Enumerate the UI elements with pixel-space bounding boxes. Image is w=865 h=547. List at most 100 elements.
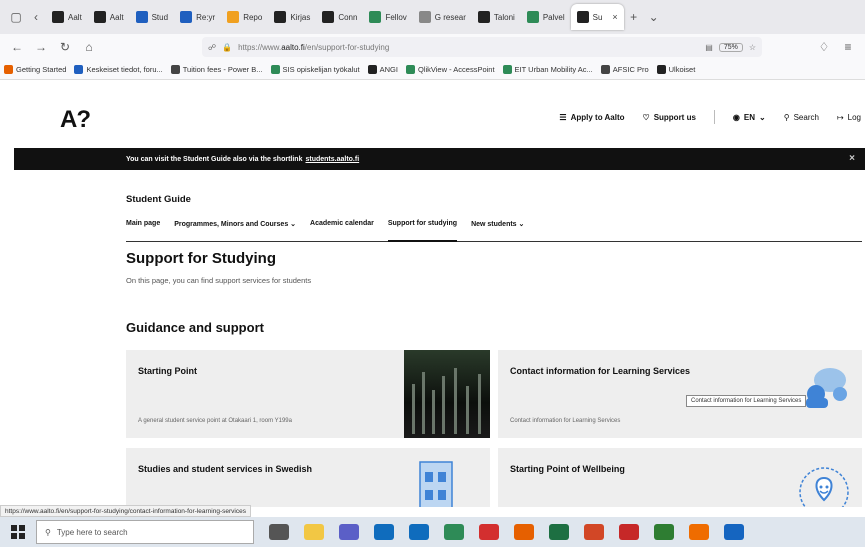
- notice-link[interactable]: students.aalto.fi: [305, 156, 359, 163]
- aalto-favicon-icon: [322, 11, 335, 23]
- back-icon[interactable]: ←: [6, 37, 28, 57]
- card-description: A general student service point at Otaka…: [138, 418, 292, 424]
- powerpoint-icon[interactable]: [584, 524, 604, 540]
- bookmark-label: Ulkoiset: [668, 65, 696, 74]
- url-text[interactable]: https://www.aalto.fi/en/support-for-stud…: [238, 43, 699, 52]
- bookmark-star-icon[interactable]: ☆: [749, 43, 756, 52]
- browser-nav-bar: ← → ↻ ⌂ ☍ 🔒 https://www.aalto.fi/en/supp…: [0, 34, 865, 60]
- app-blue-icon[interactable]: [724, 524, 744, 540]
- bookmark-item[interactable]: QlikView - AccessPoint: [405, 65, 495, 74]
- excel-icon[interactable]: [549, 524, 569, 540]
- browser-tab[interactable]: Fellov: [363, 4, 412, 30]
- aalto-logo[interactable]: A?: [60, 106, 91, 134]
- browser-tab[interactable]: Re:yr: [174, 4, 221, 30]
- bookmark-item[interactable]: Keskeiset tiedot, foru...: [74, 65, 163, 74]
- tab-label: Taloni: [493, 12, 515, 22]
- tab-overview-icon[interactable]: ▢: [6, 7, 26, 27]
- subnav-item[interactable]: Support for studying: [387, 220, 458, 242]
- tab-list-icon[interactable]: ⌄: [644, 7, 664, 27]
- browser-tab[interactable]: Repo: [221, 4, 268, 30]
- taskbar-search-input[interactable]: ⚲ Type here to search: [36, 520, 254, 544]
- firefox-icon[interactable]: [514, 524, 534, 540]
- card-wellbeing[interactable]: Starting Point of Wellbeing: [498, 448, 862, 507]
- bookmark-item[interactable]: Getting Started: [4, 65, 66, 74]
- tab-scroll-left-icon[interactable]: ‹: [26, 7, 46, 27]
- browser-tab[interactable]: Taloni: [472, 4, 521, 30]
- start-button[interactable]: [0, 517, 36, 547]
- lock-icon[interactable]: 🔒: [222, 43, 232, 52]
- new-tab-icon[interactable]: +: [624, 7, 644, 27]
- bookmark-item[interactable]: Ulkoiset: [656, 65, 696, 74]
- app-green-icon[interactable]: [654, 524, 674, 540]
- support-label: Support us: [653, 112, 696, 122]
- home-icon[interactable]: ⌂: [78, 37, 100, 57]
- acrobat-icon[interactable]: [479, 524, 499, 540]
- reload-icon[interactable]: ↻: [54, 37, 76, 57]
- bookmark-item[interactable]: EIT Urban Mobility Ac...: [502, 65, 593, 74]
- shield-icon[interactable]: ☍: [208, 43, 216, 52]
- subnav-item[interactable]: Main page: [126, 220, 160, 242]
- browser-tab[interactable]: Aalt: [46, 4, 88, 30]
- search-icon: ⚲: [45, 527, 51, 537]
- app-orange-icon[interactable]: [689, 524, 709, 540]
- file-explorer-icon[interactable]: [304, 524, 324, 540]
- card-title: Contact information for Learning Service…: [510, 366, 691, 376]
- card-title: Starting Point of Wellbeing: [510, 464, 625, 474]
- doc-favicon-icon: [135, 11, 148, 23]
- bookmark-favicon-icon: [74, 65, 84, 74]
- bookmark-item[interactable]: AFSIC Pro: [600, 65, 649, 74]
- browser-tab[interactable]: Palvel: [521, 4, 571, 30]
- tab-label: Aalt: [68, 12, 82, 22]
- reader-view-icon[interactable]: ▤: [705, 43, 713, 52]
- support-link[interactable]: ♡ Support us: [643, 113, 696, 122]
- mail-icon[interactable]: [409, 524, 429, 540]
- search-link[interactable]: ⚲ Search: [784, 113, 819, 122]
- search-label: Search: [793, 112, 819, 122]
- login-link[interactable]: ↦ Log: [837, 113, 861, 122]
- subnav-item[interactable]: New students ⌄: [471, 220, 524, 242]
- teams-icon[interactable]: [339, 524, 359, 540]
- outlook-icon[interactable]: [374, 524, 394, 540]
- building-illustration-icon: [419, 461, 453, 507]
- section-title[interactable]: Student Guide: [126, 194, 191, 205]
- bookmark-item[interactable]: ANGI: [367, 65, 398, 74]
- menu-icon[interactable]: ≡: [837, 37, 859, 57]
- extensions-icon[interactable]: ♢: [813, 37, 835, 57]
- card-starting-point[interactable]: Starting Point A general student service…: [126, 350, 490, 438]
- browser-tab-bar: ▢ ‹ Aalt Aalt Stud Re:yr Repo Kirjas Conn Fello…: [0, 0, 865, 34]
- card-learning-services[interactable]: Contact information for Learning Service…: [498, 350, 862, 438]
- wellbeing-badge-icon: [799, 467, 849, 507]
- close-icon[interactable]: ×: [849, 153, 855, 164]
- chevron-down-icon: ⌄: [759, 112, 766, 122]
- browser-tab[interactable]: Su ×: [570, 4, 624, 30]
- green-favicon-icon: [369, 11, 382, 23]
- subnav-item[interactable]: Academic calendar: [310, 220, 374, 242]
- browser-tab[interactable]: Stud: [130, 4, 174, 30]
- card-title: Studies and student services in Swedish: [138, 464, 313, 474]
- notice-text: You can visit the Student Guide also via…: [126, 155, 303, 163]
- bookmark-item[interactable]: Tuition fees - Power B...: [170, 65, 263, 74]
- bookmark-item[interactable]: SIS opiskelijan työkalut: [270, 65, 360, 74]
- browser-tab[interactable]: Aalt: [88, 4, 130, 30]
- zoom-level[interactable]: 75%: [718, 42, 743, 52]
- close-tab-icon[interactable]: ×: [612, 12, 617, 22]
- bookmark-label: SIS opiskelijan työkalut: [282, 65, 360, 74]
- bookmarks-bar: Getting Started Keskeiset tiedot, foru...…: [0, 60, 865, 80]
- subnav-item[interactable]: Programmes, Minors and Courses ⌄: [174, 220, 296, 242]
- browser-tab[interactable]: Kirjas: [268, 4, 316, 30]
- login-label: Log: [847, 112, 861, 122]
- bookmark-favicon-icon: [170, 65, 180, 74]
- language-selector[interactable]: ◉ EN ⌄: [733, 113, 766, 122]
- chrome-icon[interactable]: [444, 524, 464, 540]
- tab-label: Palvel: [542, 12, 565, 22]
- task-view-icon[interactable]: [269, 524, 289, 540]
- forward-icon[interactable]: →: [30, 37, 52, 57]
- card-swedish-services[interactable]: Studies and student services in Swedish: [126, 448, 490, 507]
- apply-link[interactable]: ☰ Apply to Aalto: [559, 113, 624, 122]
- bookmark-favicon-icon: [600, 65, 610, 74]
- browser-tab[interactable]: Conn: [316, 4, 363, 30]
- url-bar[interactable]: ☍ 🔒 https://www.aalto.fi/en/support-for-…: [202, 37, 762, 57]
- app-red-icon[interactable]: [619, 524, 639, 540]
- tab-label: Fellov: [385, 12, 407, 22]
- browser-tab[interactable]: G resear: [413, 4, 472, 30]
